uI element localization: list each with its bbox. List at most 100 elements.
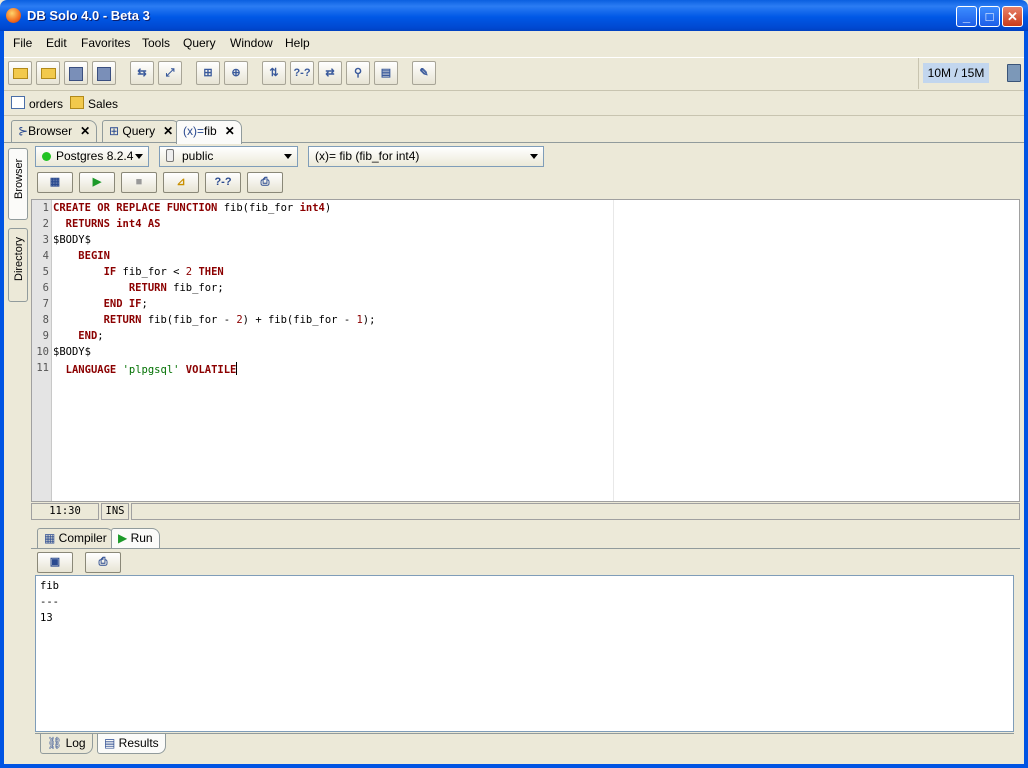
connect-icon: ⇆ bbox=[137, 67, 147, 79]
server-value: Postgres 8.2.4 bbox=[56, 149, 134, 163]
stop-button[interactable]: ■ bbox=[121, 172, 157, 193]
close-tab-icon[interactable]: ✕ bbox=[80, 124, 90, 138]
side-tab-label: Browser bbox=[13, 158, 25, 199]
menu-bar: File Edit Favorites Tools Query Window H… bbox=[4, 31, 1024, 55]
close-button[interactable]: ✕ bbox=[1002, 6, 1023, 27]
run-output[interactable]: fib --- 13 bbox=[35, 575, 1014, 732]
code-line: RETURN fib(fib_for - 2) + fib(fib_for - … bbox=[103, 314, 376, 326]
menu-favorites[interactable]: Favorites bbox=[81, 36, 130, 50]
explain-button[interactable]: ?-? bbox=[290, 61, 314, 85]
migrate-button[interactable]: ⇄ bbox=[318, 61, 342, 85]
open-folder-button[interactable] bbox=[8, 61, 32, 85]
side-tab-browser[interactable]: Browser bbox=[8, 148, 28, 220]
open-db-button[interactable] bbox=[36, 61, 60, 85]
report-icon: ▤ bbox=[380, 67, 392, 79]
folder-icon bbox=[70, 96, 84, 109]
tab-label: Results bbox=[118, 736, 159, 750]
toolbar: ⇆ ⤢ ⊞ ⊕ ⇅ ?-? ⇄ ⚲ ▤ ✎ 10M / 15M bbox=[4, 57, 1024, 91]
bookmark-sales[interactable]: Sales bbox=[70, 96, 118, 111]
output-line: 13 bbox=[40, 612, 53, 624]
disconnect-button[interactable]: ⤢ bbox=[158, 61, 182, 85]
function-editor-panel: Postgres 8.2.4 public (x)= fib (fib_for … bbox=[31, 142, 1020, 522]
print-button[interactable]: ⎙ bbox=[247, 172, 283, 193]
open-file-button[interactable]: ⊿ bbox=[163, 172, 199, 193]
search-button[interactable]: ⚲ bbox=[346, 61, 370, 85]
tab-fib[interactable]: (x)=fib ✕ bbox=[176, 120, 242, 144]
menu-help[interactable]: Help bbox=[285, 36, 310, 50]
tab-log[interactable]: ⛓ Log bbox=[40, 734, 93, 754]
tab-browser[interactable]: ⊱Browser ✕ bbox=[11, 120, 98, 142]
run-button[interactable]: ▶ bbox=[79, 172, 115, 193]
memory-panel: 10M / 15M bbox=[918, 58, 1025, 89]
chevron-down-icon bbox=[530, 154, 538, 159]
tab-results[interactable]: ▤ Results bbox=[97, 734, 166, 754]
function-select[interactable]: (x)= fib (fib_for int4) bbox=[308, 146, 544, 167]
tab-run[interactable]: ▶ Run bbox=[111, 528, 160, 548]
app-icon bbox=[6, 8, 21, 23]
compare-button[interactable]: ⇅ bbox=[262, 61, 286, 85]
connect-button[interactable]: ⇆ bbox=[130, 61, 154, 85]
schema-icon bbox=[166, 149, 174, 162]
menu-query[interactable]: Query bbox=[183, 36, 216, 50]
edit-button[interactable]: ✎ bbox=[412, 61, 436, 85]
schema-select[interactable]: public bbox=[159, 146, 298, 167]
compile-icon: ▦ bbox=[49, 176, 61, 188]
tab-label: fib bbox=[204, 124, 217, 138]
floppy-icon: ▣ bbox=[49, 556, 61, 568]
tab-label: Run bbox=[130, 531, 153, 545]
save-output-button[interactable]: ▣ bbox=[37, 552, 73, 573]
compile-button[interactable]: ▦ bbox=[37, 172, 73, 193]
insert-mode: INS bbox=[101, 503, 129, 520]
title-bar[interactable]: DB Solo 4.0 - Beta 3 _ □ ✕ bbox=[0, 0, 1028, 31]
output-line: fib bbox=[40, 580, 59, 592]
line-number: 4 bbox=[42, 250, 49, 262]
query-button[interactable]: ⊕ bbox=[224, 61, 248, 85]
line-number: 10 bbox=[36, 346, 49, 358]
save-button[interactable] bbox=[64, 61, 88, 85]
bookmark-label: Sales bbox=[88, 97, 119, 111]
side-tab-label: Directory bbox=[13, 236, 25, 281]
code-line: $BODY$ bbox=[53, 346, 91, 358]
line-number: 11 bbox=[36, 362, 49, 374]
disconnect-icon: ⤢ bbox=[165, 67, 175, 79]
schema-value: public bbox=[182, 149, 214, 163]
code-line: RETURN fib_for; bbox=[128, 282, 224, 294]
minimize-button[interactable]: _ bbox=[956, 6, 977, 27]
migrate-icon: ⇄ bbox=[325, 67, 335, 79]
maximize-button[interactable]: □ bbox=[979, 6, 1000, 27]
log-icon: ⛓ bbox=[47, 736, 66, 750]
report-button[interactable]: ▤ bbox=[374, 61, 398, 85]
chevron-down-icon bbox=[135, 154, 143, 159]
memory-indicator: 10M / 15M bbox=[923, 63, 989, 83]
bookmark-orders[interactable]: orders bbox=[11, 96, 63, 111]
bookmark-label: orders bbox=[29, 97, 64, 111]
trash-icon[interactable] bbox=[1007, 64, 1021, 82]
code-line: LANGUAGE 'plpgsql' VOLATILE bbox=[65, 362, 238, 376]
tab-label: Query bbox=[122, 124, 156, 138]
tab-query[interactable]: ⊞ Query ✕ bbox=[102, 120, 181, 142]
close-tab-icon[interactable]: ✕ bbox=[225, 124, 235, 138]
print-output-button[interactable]: ⎙ bbox=[85, 552, 121, 573]
save-all-button[interactable] bbox=[92, 61, 116, 85]
menu-window[interactable]: Window bbox=[230, 36, 273, 50]
server-select[interactable]: Postgres 8.2.4 bbox=[35, 146, 149, 167]
code-line: END; bbox=[78, 330, 104, 342]
close-tab-icon[interactable]: ✕ bbox=[163, 124, 173, 138]
browser-button[interactable]: ⊞ bbox=[196, 61, 220, 85]
help-query-icon: ?-? bbox=[214, 176, 232, 188]
result-tabs: ⛓ Log ▤ Results bbox=[35, 733, 1014, 756]
table-icon bbox=[11, 96, 25, 109]
menu-edit[interactable]: Edit bbox=[46, 36, 67, 50]
code-line: BEGIN bbox=[78, 250, 110, 262]
editor-tabs: ⊱Browser ✕ ⊞ Query ✕ (x)=fib ✕ bbox=[4, 118, 1024, 144]
tab-compiler[interactable]: ▦ Compiler bbox=[37, 528, 114, 548]
explain-plan-button[interactable]: ?-? bbox=[205, 172, 241, 193]
side-tab-directory[interactable]: Directory bbox=[8, 228, 28, 302]
tab-label: Compiler bbox=[58, 531, 107, 545]
code-editor[interactable]: 1 CREATE OR REPLACE FUNCTION fib(fib_for… bbox=[31, 199, 1020, 502]
menu-file[interactable]: File bbox=[13, 36, 32, 50]
menu-tools[interactable]: Tools bbox=[142, 36, 170, 50]
browser-tab-icon: ⊱ bbox=[18, 124, 29, 138]
floppy-icon bbox=[69, 67, 83, 81]
line-number: 2 bbox=[42, 218, 49, 230]
